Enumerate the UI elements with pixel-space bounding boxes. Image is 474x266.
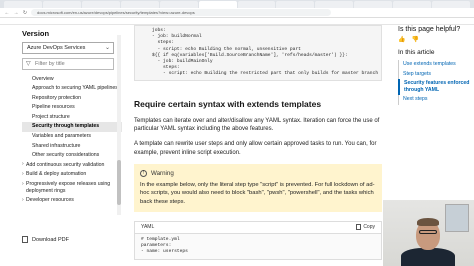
in-article-heading: In this article xyxy=(398,49,435,56)
in-article-link[interactable]: Next steps xyxy=(399,95,474,105)
sidebar-item-label: Add continuous security validation xyxy=(26,161,105,168)
browser-tab[interactable] xyxy=(120,1,159,8)
feedback-question: Is this page helpful? xyxy=(398,26,461,33)
code-block-header: YAML Copy xyxy=(135,222,381,234)
sidebar-item-label: Progressively expose releases using depl… xyxy=(26,181,111,194)
sidebar-item-label: Build & deploy automation xyxy=(26,171,87,178)
feedback-buttons: 👍 👎 xyxy=(398,36,474,43)
right-rail: Is this page helpful? 👍 👎 In this articl… xyxy=(394,25,474,225)
forward-icon[interactable]: → xyxy=(13,10,19,16)
url-field[interactable]: docs.microsoft.com/en-us/azure/devops/pi… xyxy=(31,9,331,16)
browser-tab[interactable] xyxy=(393,1,432,8)
sidebar-item-label: Other security considerations xyxy=(32,152,100,159)
browser-tab[interactable] xyxy=(4,1,42,8)
browser-tab[interactable] xyxy=(315,1,354,8)
sidebar-item[interactable]: Overview xyxy=(22,74,122,84)
webcam-overlay xyxy=(383,200,474,266)
browser-tab[interactable] xyxy=(354,1,393,8)
sidebar-item-label: Overview xyxy=(32,75,54,82)
sidebar-item[interactable]: Shared infrastructure xyxy=(22,141,122,151)
sidebar-item[interactable]: Variables and parameters xyxy=(22,132,122,142)
presenter-glasses xyxy=(419,230,437,234)
browser-tab[interactable] xyxy=(237,1,276,8)
document-icon xyxy=(22,236,28,243)
sidebar-item-label: Approach to securing YAML pipelines xyxy=(32,85,118,92)
paragraph-templates: Templates can iterate over and alter/dis… xyxy=(134,117,380,133)
template-code-block: YAML Copy # template.yml parameters: - nam… xyxy=(134,220,382,260)
browser-tab[interactable] xyxy=(81,1,120,8)
warning-title: ! Warning xyxy=(140,169,376,177)
in-article-toc: Use extends templates Step targets Securit… xyxy=(398,60,474,105)
version-label: Version xyxy=(22,29,50,38)
section-heading: Require certain syntax with extends temp… xyxy=(134,98,322,109)
presenter-hair xyxy=(417,218,439,226)
sidebar-item-label: Project structure xyxy=(32,113,70,120)
sidebar-item[interactable]: › Progressively expose releases using dep… xyxy=(22,180,122,196)
sidebar-item[interactable]: Pipeline resources xyxy=(22,103,122,113)
back-icon[interactable]: ← xyxy=(4,10,10,16)
sidebar-item[interactable]: Approach to securing YAML pipelines xyxy=(22,84,122,94)
browser-tab-bar xyxy=(0,0,474,8)
sidebar-item-label: Repository protection xyxy=(32,94,82,101)
yaml-code-block: jobs: - job: buildNormal steps: - script… xyxy=(134,25,382,81)
thumbs-down-icon[interactable]: 👎 xyxy=(411,36,418,43)
chevron-right-icon: › xyxy=(22,180,24,187)
paragraph-rewrite: A template can rewrite user steps and on… xyxy=(134,141,377,157)
bookmarks-bar xyxy=(0,18,474,25)
code-block-body: # template.yml parameters: - name: userste… xyxy=(135,233,381,259)
chevron-right-icon: › xyxy=(22,196,24,203)
code-line: - script: echo Building the restricted p… xyxy=(141,71,379,77)
in-article-link[interactable]: Security features enforced through YAML xyxy=(398,79,474,96)
filter-placeholder: Filter by title xyxy=(35,61,65,67)
sidebar-item[interactable]: › Developer resources xyxy=(22,196,122,206)
in-article-link[interactable]: Step targets xyxy=(399,70,474,80)
sidebar-item-label: Pipeline resources xyxy=(32,104,75,111)
copy-button[interactable]: Copy xyxy=(356,224,375,231)
docs-sidebar: Version Azure DevOps Services ⌄ ▽ Filter… xyxy=(0,25,122,266)
in-article-link[interactable]: Use extends templates xyxy=(399,60,474,70)
chevron-right-icon: › xyxy=(22,170,24,177)
sidebar-item-label: Variables and parameters xyxy=(32,133,92,140)
filter-input[interactable]: ▽ Filter by title xyxy=(22,58,114,70)
copy-icon xyxy=(356,224,362,231)
code-line: - name: usersteps xyxy=(141,249,188,255)
sidebar-toc: Overview Approach to securing YAML pipeli… xyxy=(22,74,122,205)
sidebar-item[interactable]: Other security considerations xyxy=(22,151,122,161)
warning-icon: ! xyxy=(140,169,147,177)
code-language-label: YAML xyxy=(141,224,155,231)
version-select[interactable]: Azure DevOps Services ⌄ xyxy=(22,42,114,54)
warning-text: In the example below, only the literal s… xyxy=(140,181,375,205)
warning-title-text: Warning xyxy=(151,169,174,177)
version-select-value: Azure DevOps Services xyxy=(27,45,86,51)
download-pdf-label: Download PDF xyxy=(32,236,69,243)
browser-tab[interactable] xyxy=(42,1,81,8)
download-pdf-link[interactable]: Download PDF xyxy=(22,236,69,243)
copy-label: Copy xyxy=(363,224,375,231)
browser-tab[interactable] xyxy=(159,1,198,8)
article-content: jobs: - job: buildNormal steps: - script… xyxy=(134,25,382,266)
sidebar-item[interactable]: Repository protection xyxy=(22,93,122,103)
sidebar-item-label: Security through templates xyxy=(32,123,100,130)
browser-tab[interactable] xyxy=(432,1,471,8)
webcam-window xyxy=(445,204,469,232)
sidebar-scrollbar-thumb[interactable] xyxy=(117,160,121,205)
sidebar-item-label: Developer resources xyxy=(26,197,74,204)
browser-tab[interactable] xyxy=(198,1,237,8)
sidebar-item[interactable]: › Build & deploy automation xyxy=(22,170,122,180)
thumbs-up-icon[interactable]: 👍 xyxy=(398,36,405,43)
chevron-right-icon: › xyxy=(22,161,24,168)
sidebar-item[interactable]: Project structure xyxy=(22,112,122,122)
filter-icon: ▽ xyxy=(26,61,31,67)
browser-tab[interactable] xyxy=(276,1,315,8)
reload-icon[interactable]: ↻ xyxy=(22,10,28,16)
sidebar-item-label: Shared infrastructure xyxy=(32,142,81,149)
chevron-down-icon: ⌄ xyxy=(104,45,110,51)
sidebar-item[interactable]: Security through templates xyxy=(22,121,122,132)
sidebar-item[interactable]: › Add continuous security validation xyxy=(22,160,122,170)
address-bar: ← → ↻ docs.microsoft.com/en-us/azure/dev… xyxy=(0,8,474,18)
warning-callout: ! Warning In the example below, only the… xyxy=(134,163,382,212)
presenter-body xyxy=(401,248,455,266)
